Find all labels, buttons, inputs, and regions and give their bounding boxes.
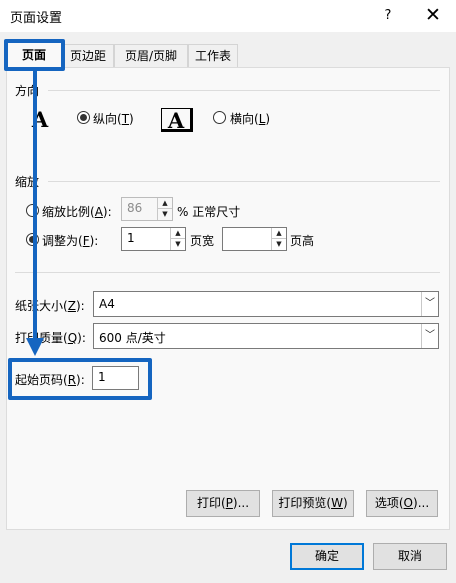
print-button[interactable]: 打印(P)... <box>186 490 260 517</box>
tab-margins[interactable]: 页边距 <box>62 44 114 68</box>
options-label: 选项 <box>374 496 399 510</box>
spin-up-icon[interactable]: ▲ <box>158 198 172 209</box>
paper-size-label-text: 纸张大小 <box>15 299 64 313</box>
tab-highlight-box <box>4 39 65 71</box>
portrait-accesskey: T <box>121 112 130 126</box>
fit-tall-label: 页高 <box>290 234 315 248</box>
options-button[interactable]: 选项(O)... <box>366 490 438 517</box>
fit-wide-spin-buttons: ▲ ▼ <box>170 228 185 250</box>
print-ellipsis: ... <box>237 496 250 510</box>
spin-up-icon[interactable]: ▲ <box>171 228 185 239</box>
tab-margins-label: 页边距 <box>69 49 106 63</box>
portrait-radio[interactable] <box>77 111 90 124</box>
options-accesskey: O <box>403 496 413 510</box>
portrait-icon-glyph: A <box>31 107 49 132</box>
spin-down-icon[interactable]: ▼ <box>272 239 286 250</box>
fit-to-accesskey: F <box>82 234 90 248</box>
print-preview-label: 打印预览 <box>278 496 327 510</box>
portrait-icon: A <box>26 108 54 132</box>
title-bar: 页面设置 ? ✕ <box>0 0 456 32</box>
print-accesskey: P <box>225 496 233 510</box>
print-quality-select[interactable]: 600 点/英寸 ﹀ <box>93 323 439 349</box>
adjust-to-spin-buttons: ▲ ▼ <box>157 198 172 220</box>
spin-down-icon[interactable]: ▼ <box>171 239 185 250</box>
fit-to-label: 调整为(F): <box>42 234 99 248</box>
portrait-label: 纵向(T) <box>93 112 134 126</box>
first-page-highlight-box <box>8 358 152 400</box>
landscape-label: 横向(L) <box>230 112 271 126</box>
print-quality-label-text: 打印质量 <box>15 331 64 345</box>
fit-wide-value: 1 <box>127 231 135 245</box>
adjust-to-label-text: 缩放比例 <box>42 205 91 219</box>
landscape-radio[interactable] <box>213 111 226 124</box>
scaling-divider <box>48 181 440 182</box>
fit-to-radio[interactable] <box>26 233 39 246</box>
adjust-to-suffix: % 正常尺寸 <box>177 205 241 219</box>
tab-sheet-label: 工作表 <box>194 49 231 63</box>
print-button-label: 打印 <box>196 496 221 510</box>
fit-tall-spinner[interactable]: ▲ ▼ <box>222 227 287 251</box>
print-preview-accesskey: W <box>331 496 343 510</box>
portrait-label-text: 纵向 <box>93 112 118 126</box>
print-preview-button[interactable]: 打印预览(W) <box>272 490 354 517</box>
adjust-to-label: 缩放比例(A): <box>42 205 112 219</box>
landscape-accesskey: L <box>258 112 266 126</box>
orientation-divider <box>48 90 440 91</box>
fit-tall-spin-buttons: ▲ ▼ <box>271 228 286 250</box>
section-divider <box>15 272 440 273</box>
adjust-to-radio[interactable] <box>26 204 39 217</box>
paper-size-label: 纸张大小(Z): <box>15 299 85 313</box>
window-title: 页面设置 <box>10 11 63 26</box>
landscape-label-text: 横向 <box>230 112 255 126</box>
adjust-to-spinner[interactable]: 86 ▲ ▼ <box>121 197 173 221</box>
tab-header-footer-label: 页眉/页脚 <box>124 49 178 63</box>
landscape-icon-glyph: A <box>167 108 185 133</box>
paper-size-select[interactable]: A4 ﹀ <box>93 291 439 317</box>
fit-wide-label: 页宽 <box>190 234 215 248</box>
paper-size-value: A4 <box>99 297 115 311</box>
cancel-button[interactable]: 取消 <box>373 543 447 570</box>
landscape-icon: A <box>161 108 193 133</box>
print-quality-accesskey: Q <box>67 331 78 345</box>
chevron-down-icon[interactable]: ﹀ <box>421 292 438 316</box>
ok-button[interactable]: 确定 <box>290 543 364 570</box>
spin-up-icon[interactable]: ▲ <box>272 228 286 239</box>
scaling-group-label: 缩放 <box>15 175 40 189</box>
options-ellipsis: ... <box>417 496 430 510</box>
print-quality-label: 打印质量(Q): <box>15 331 86 345</box>
paper-size-accesskey: Z <box>67 299 76 313</box>
spin-down-icon[interactable]: ▼ <box>158 209 172 220</box>
orientation-group-label: 方向 <box>15 84 40 98</box>
tab-header-footer[interactable]: 页眉/页脚 <box>114 44 188 68</box>
help-button[interactable]: ? <box>378 5 398 27</box>
fit-wide-spinner[interactable]: 1 ▲ ▼ <box>121 227 186 251</box>
adjust-to-accesskey: A <box>94 205 103 219</box>
fit-to-label-text: 调整为 <box>42 234 79 248</box>
chevron-down-icon[interactable]: ﹀ <box>421 324 438 348</box>
tab-sheet[interactable]: 工作表 <box>188 44 238 68</box>
close-button[interactable]: ✕ <box>423 2 443 28</box>
adjust-to-value: 86 <box>127 201 143 215</box>
print-quality-value: 600 点/英寸 <box>99 331 166 345</box>
